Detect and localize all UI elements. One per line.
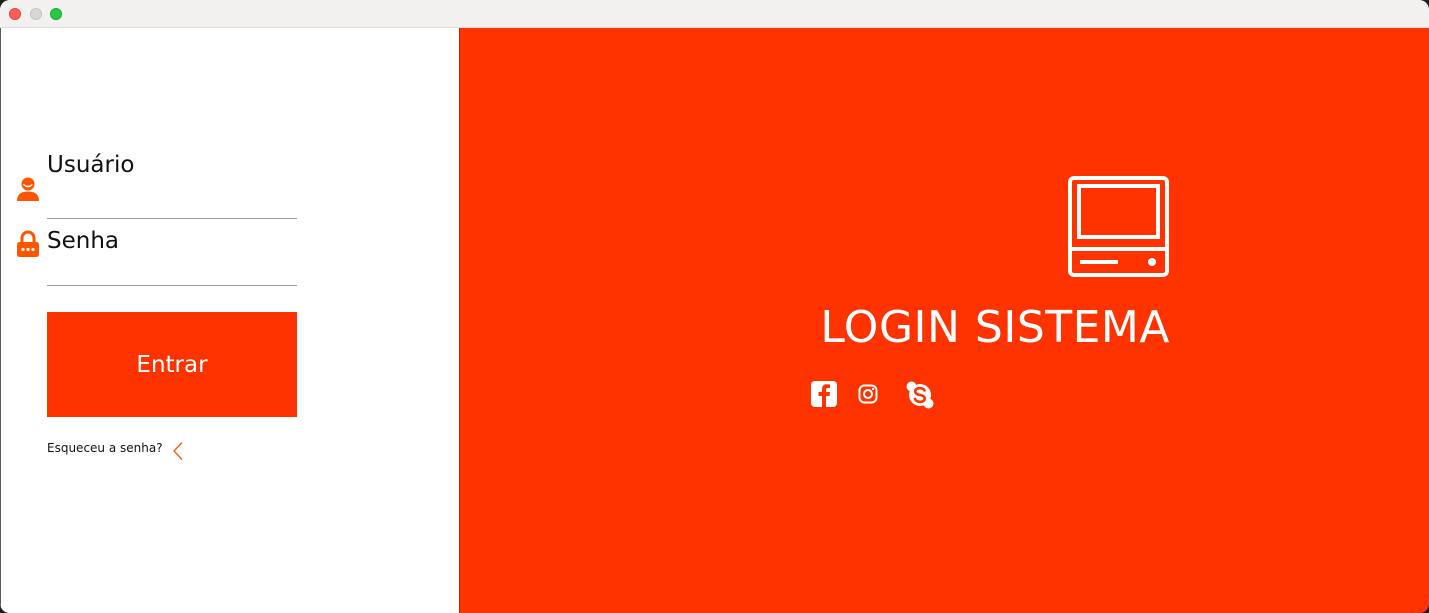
title-bar (0, 0, 1429, 28)
password-input[interactable] (47, 256, 297, 286)
app-window: Usuário Senha Entrar Esqueceu a senha? L… (0, 0, 1429, 613)
login-form-panel: Usuário Senha Entrar Esqueceu a senha? (0, 28, 459, 613)
skype-icon[interactable] (906, 381, 934, 413)
login-button[interactable]: Entrar (47, 312, 297, 417)
forgot-password-link[interactable]: Esqueceu a senha? (47, 441, 163, 455)
brand-panel: LOGIN SISTEMA (459, 28, 1429, 613)
username-input[interactable] (47, 189, 297, 219)
maximize-window-button[interactable] (50, 8, 62, 20)
monitor-icon (1068, 176, 1170, 282)
chevron-left-icon[interactable] (172, 441, 184, 465)
instagram-icon[interactable] (858, 384, 878, 408)
close-window-button[interactable] (9, 8, 21, 20)
facebook-icon[interactable] (811, 381, 837, 411)
username-label: Usuário (47, 152, 135, 178)
password-label: Senha (47, 228, 119, 254)
user-icon (14, 174, 42, 206)
lock-icon (15, 229, 41, 263)
app-title: LOGIN SISTEMA (820, 302, 1170, 353)
minimize-window-button[interactable] (30, 8, 42, 20)
